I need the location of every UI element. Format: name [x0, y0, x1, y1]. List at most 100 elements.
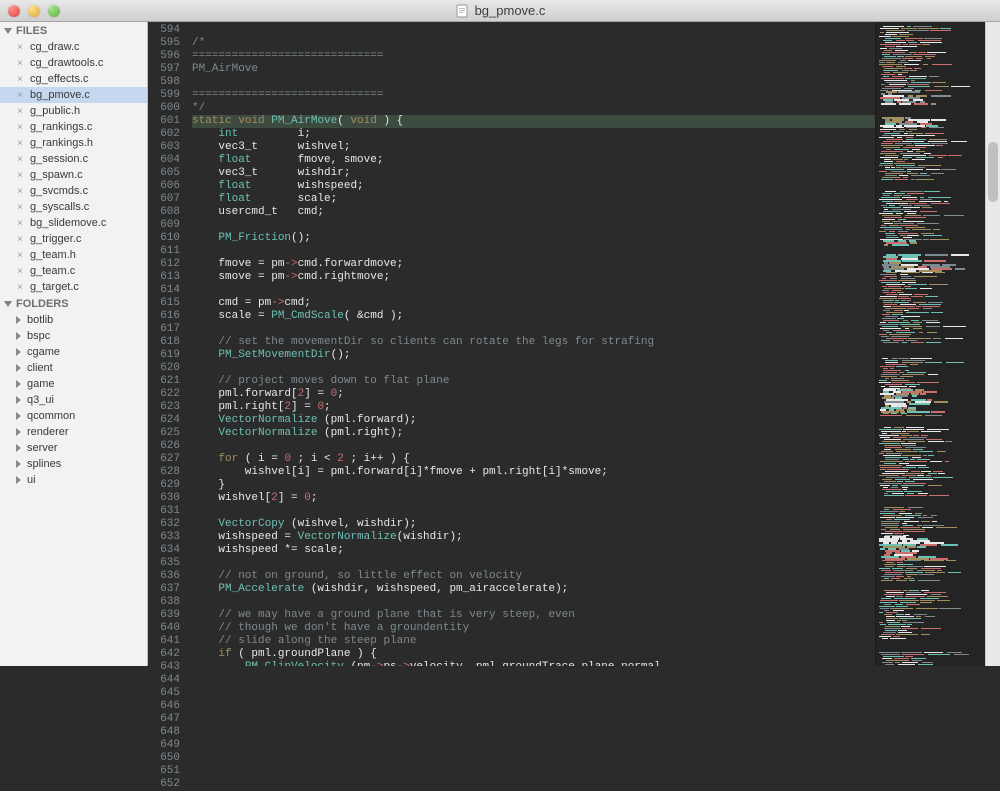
open-file-item[interactable]: ×g_rankings.c	[0, 119, 147, 135]
files-section-header[interactable]: FILES	[0, 22, 147, 39]
code-line[interactable]	[192, 596, 875, 609]
open-file-item[interactable]: ×g_public.h	[0, 103, 147, 119]
code-line[interactable]: /*	[192, 37, 875, 50]
code-line[interactable]	[192, 362, 875, 375]
code-line[interactable]: */	[192, 102, 875, 115]
open-file-item[interactable]: ×g_team.c	[0, 263, 147, 279]
open-file-item[interactable]: ×bg_slidemove.c	[0, 215, 147, 231]
code-line[interactable]: smove = pm->cmd.rightmove;	[192, 271, 875, 284]
code-line[interactable]: pml.right[2] = 0;	[192, 401, 875, 414]
code-line[interactable]: =============================	[192, 89, 875, 102]
code-line[interactable]	[192, 24, 875, 37]
code-line[interactable]: wishspeed = VectorNormalize(wishdir);	[192, 531, 875, 544]
close-file-icon[interactable]: ×	[16, 42, 24, 53]
code-line[interactable]: float scale;	[192, 193, 875, 206]
code-line[interactable]: usercmd_t cmd;	[192, 206, 875, 219]
code-line[interactable]: // project moves down to flat plane	[192, 375, 875, 388]
code-area[interactable]: /*=============================PM_AirMov…	[188, 22, 875, 666]
close-file-icon[interactable]: ×	[16, 122, 24, 133]
code-line[interactable]	[192, 505, 875, 518]
code-line[interactable]: // not on ground, so little effect on ve…	[192, 570, 875, 583]
code-line[interactable]: float wishspeed;	[192, 180, 875, 193]
code-line[interactable]: pml.forward[2] = 0;	[192, 388, 875, 401]
close-file-icon[interactable]: ×	[16, 58, 24, 69]
code-line[interactable]	[192, 284, 875, 297]
code-line[interactable]: cmd = pm->cmd;	[192, 297, 875, 310]
code-line[interactable]	[192, 245, 875, 258]
folder-item[interactable]: q3_ui	[0, 392, 147, 408]
code-line[interactable]: VectorNormalize (pml.forward);	[192, 414, 875, 427]
open-file-item[interactable]: ×g_session.c	[0, 151, 147, 167]
open-file-item[interactable]: ×bg_pmove.c	[0, 87, 147, 103]
close-file-icon[interactable]: ×	[16, 186, 24, 197]
code-line[interactable]: PM_ClipVelocity (pm->ps->velocity, pml.g…	[192, 661, 875, 666]
code-line[interactable]: VectorNormalize (pml.right);	[192, 427, 875, 440]
close-file-icon[interactable]: ×	[16, 74, 24, 85]
minimize-window-button[interactable]	[28, 5, 40, 17]
open-file-item[interactable]: ×g_spawn.c	[0, 167, 147, 183]
close-file-icon[interactable]: ×	[16, 90, 24, 101]
close-window-button[interactable]	[8, 5, 20, 17]
close-file-icon[interactable]: ×	[16, 250, 24, 261]
code-line[interactable]: vec3_t wishvel;	[192, 141, 875, 154]
open-file-item[interactable]: ×g_target.c	[0, 279, 147, 295]
close-file-icon[interactable]: ×	[16, 266, 24, 277]
zoom-window-button[interactable]	[48, 5, 60, 17]
close-file-icon[interactable]: ×	[16, 282, 24, 293]
code-line[interactable]: if ( pml.groundPlane ) {	[192, 648, 875, 661]
folder-item[interactable]: server	[0, 440, 147, 456]
code-line[interactable]: wishspeed *= scale;	[192, 544, 875, 557]
code-line[interactable]	[192, 76, 875, 89]
code-line[interactable]: PM_Friction();	[192, 232, 875, 245]
vertical-scrollbar[interactable]	[985, 22, 1000, 666]
code-line[interactable]: =============================	[192, 50, 875, 63]
code-line[interactable]: // set the movementDir so clients can ro…	[192, 336, 875, 349]
open-file-item[interactable]: ×g_syscalls.c	[0, 199, 147, 215]
code-line[interactable]: vec3_t wishdir;	[192, 167, 875, 180]
open-file-item[interactable]: ×g_rankings.h	[0, 135, 147, 151]
open-file-item[interactable]: ×g_svcmds.c	[0, 183, 147, 199]
code-line[interactable]: VectorCopy (wishvel, wishdir);	[192, 518, 875, 531]
close-file-icon[interactable]: ×	[16, 154, 24, 165]
code-line[interactable]: PM_SetMovementDir();	[192, 349, 875, 362]
folder-item[interactable]: botlib	[0, 312, 147, 328]
folder-item[interactable]: ui	[0, 472, 147, 488]
close-file-icon[interactable]: ×	[16, 202, 24, 213]
code-line[interactable]: PM_AirMove	[192, 63, 875, 76]
folder-item[interactable]: cgame	[0, 344, 147, 360]
close-file-icon[interactable]: ×	[16, 106, 24, 117]
open-file-item[interactable]: ×cg_effects.c	[0, 71, 147, 87]
code-editor[interactable]: 5945955965975985996006016026036046056066…	[148, 22, 985, 666]
folder-item[interactable]: splines	[0, 456, 147, 472]
code-line[interactable]: wishvel[2] = 0;	[192, 492, 875, 505]
open-file-item[interactable]: ×cg_drawtools.c	[0, 55, 147, 71]
code-line[interactable]	[192, 219, 875, 232]
code-line[interactable]: }	[192, 479, 875, 492]
code-line[interactable]: scale = PM_CmdScale( &cmd );	[192, 310, 875, 323]
folder-item[interactable]: client	[0, 360, 147, 376]
open-file-item[interactable]: ×cg_draw.c	[0, 39, 147, 55]
code-line[interactable]	[192, 323, 875, 336]
close-file-icon[interactable]: ×	[16, 218, 24, 229]
code-line[interactable]: fmove = pm->cmd.forwardmove;	[192, 258, 875, 271]
code-line[interactable]: // slide along the steep plane	[192, 635, 875, 648]
close-file-icon[interactable]: ×	[16, 234, 24, 245]
code-line[interactable]: for ( i = 0 ; i < 2 ; i++ ) {	[192, 453, 875, 466]
code-line[interactable]: float fmove, smove;	[192, 154, 875, 167]
code-line[interactable]: // though we don't have a groundentity	[192, 622, 875, 635]
code-line[interactable]: static void PM_AirMove( void ) {	[192, 115, 875, 128]
code-line[interactable]	[192, 440, 875, 453]
scrollbar-thumb[interactable]	[988, 142, 998, 202]
folder-item[interactable]: game	[0, 376, 147, 392]
close-file-icon[interactable]: ×	[16, 138, 24, 149]
folder-item[interactable]: bspc	[0, 328, 147, 344]
open-file-item[interactable]: ×g_trigger.c	[0, 231, 147, 247]
open-file-item[interactable]: ×g_team.h	[0, 247, 147, 263]
code-line[interactable]: wishvel[i] = pml.forward[i]*fmove + pml.…	[192, 466, 875, 479]
folder-item[interactable]: renderer	[0, 424, 147, 440]
close-file-icon[interactable]: ×	[16, 170, 24, 181]
code-line[interactable]: int i;	[192, 128, 875, 141]
folder-item[interactable]: qcommon	[0, 408, 147, 424]
code-line[interactable]	[192, 557, 875, 570]
minimap[interactable]	[875, 22, 985, 666]
